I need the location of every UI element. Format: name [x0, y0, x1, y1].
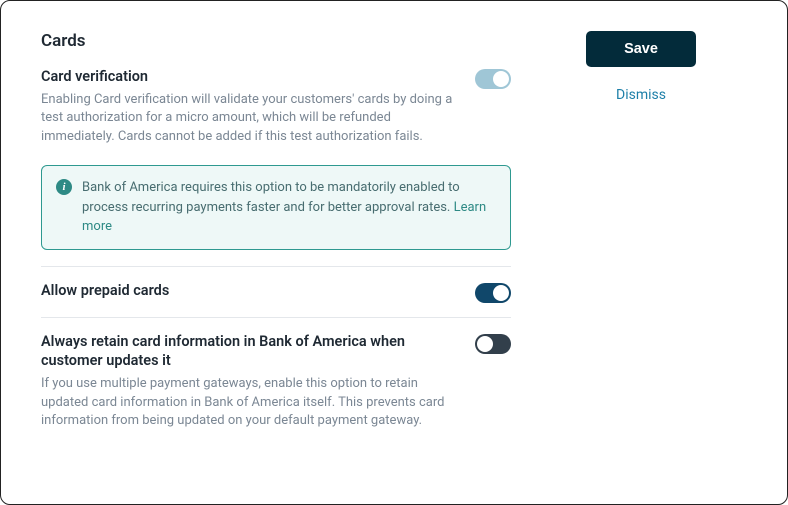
info-callout: i Bank of America requires this option t…: [41, 165, 511, 250]
section-title: Cards: [41, 31, 511, 51]
card-verification-toggle[interactable]: [475, 69, 511, 89]
allow-prepaid-label: Allow prepaid cards: [41, 281, 455, 301]
allow-prepaid-toggle[interactable]: [475, 283, 511, 303]
card-verification-label: Card verification: [41, 67, 455, 87]
settings-panel: Cards Card verification Enabling Card ve…: [0, 0, 788, 505]
save-button[interactable]: Save: [586, 31, 696, 67]
main-column: Cards Card verification Enabling Card ve…: [41, 31, 511, 445]
setting-card-verification: Card verification Enabling Card verifica…: [41, 67, 511, 161]
card-verification-description: Enabling Card verification will validate…: [41, 91, 455, 148]
info-text-wrapper: Bank of America requires this option to …: [82, 178, 496, 237]
side-actions: Save Dismiss: [561, 31, 721, 445]
divider: [41, 266, 511, 267]
always-retain-description: If you use multiple payment gateways, en…: [41, 375, 455, 432]
info-text: Bank of America requires this option to …: [82, 180, 460, 215]
always-retain-toggle[interactable]: [475, 334, 511, 354]
divider: [41, 317, 511, 318]
setting-allow-prepaid: Allow prepaid cards: [41, 281, 511, 317]
info-icon: i: [56, 179, 72, 195]
dismiss-link[interactable]: Dismiss: [561, 87, 721, 103]
always-retain-label: Always retain card information in Bank o…: [41, 332, 455, 371]
setting-always-retain: Always retain card information in Bank o…: [41, 332, 511, 446]
